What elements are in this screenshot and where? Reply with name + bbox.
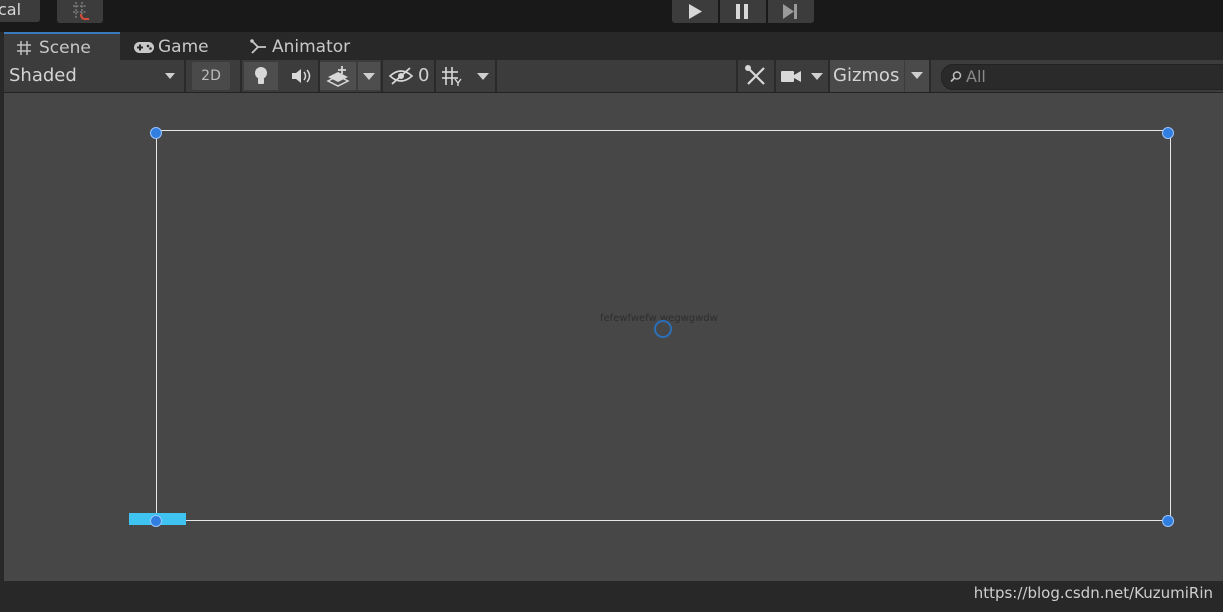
toolbar-divider [381, 60, 383, 92]
tab-animator[interactable]: Animator [248, 33, 368, 60]
lighting-toggle-button[interactable] [244, 62, 278, 90]
search-icon [950, 71, 962, 83]
main-toolbar: cal [0, 0, 1223, 32]
local-pivot-button[interactable]: cal [0, 0, 40, 22]
grid-toggle-button[interactable] [436, 62, 470, 90]
toolbar-divider [184, 60, 186, 92]
pause-button[interactable] [720, 0, 766, 23]
rect-handle-top-right[interactable] [1162, 127, 1174, 139]
chevron-down-icon [911, 72, 923, 79]
gizmos-button[interactable]: Gizmos [830, 60, 904, 92]
hidden-objects-count: 0 [418, 65, 430, 86]
rect-handle-bottom-left[interactable] [150, 515, 162, 527]
pause-icon [736, 4, 748, 19]
search-input[interactable] [966, 66, 1216, 86]
editor-tab-bar: Scene Game Animator [0, 32, 1223, 61]
play-icon [689, 4, 702, 19]
pivot-handle[interactable] [654, 320, 672, 338]
camera-dropdown[interactable] [806, 62, 828, 90]
tab-animator-label: Animator [272, 37, 351, 57]
step-icon [783, 4, 797, 19]
rect-handle-bottom-right[interactable] [1162, 515, 1174, 527]
grid-toggle-icon [442, 67, 462, 86]
chevron-down-icon [477, 73, 489, 80]
playmode-controls [672, 0, 814, 23]
tab-scene-label: Scene [39, 38, 91, 58]
step-button[interactable] [768, 0, 814, 23]
effects-stack-icon [326, 66, 350, 87]
effects-toggle-button[interactable] [320, 62, 356, 90]
chevron-down-icon [165, 73, 175, 79]
toolbar-divider [495, 60, 497, 92]
audio-toggle-button[interactable] [282, 62, 318, 90]
camera-icon [781, 71, 801, 82]
grid-snap-icon [73, 2, 89, 20]
chevron-down-icon [811, 73, 823, 80]
watermark-url: https://blog.csdn.net/KuzumiRin [973, 584, 1213, 602]
eye-hidden-icon [388, 67, 414, 85]
grid-icon [17, 41, 31, 55]
animator-icon [250, 39, 266, 54]
grid-snap-button[interactable] [57, 0, 103, 23]
tab-game-label: Game [158, 37, 209, 57]
gamepad-icon [134, 42, 154, 53]
tab-game[interactable]: Game [130, 33, 235, 60]
toggle-2d-button[interactable]: 2D [192, 62, 230, 90]
rect-handle-top-left[interactable] [150, 127, 162, 139]
draw-mode-dropdown[interactable]: Shaded [4, 60, 184, 92]
chevron-down-icon [363, 73, 375, 80]
effects-dropdown[interactable] [358, 62, 380, 90]
play-button[interactable] [672, 0, 718, 23]
toolbar-divider [929, 60, 931, 92]
toolbar-divider [240, 60, 242, 92]
lightbulb-icon [255, 67, 267, 84]
scene-search-box[interactable] [941, 64, 1223, 90]
tab-scene[interactable]: Scene [4, 32, 120, 61]
tools-button[interactable] [738, 62, 774, 90]
scene-view-toolbar: Shaded 2D 0 Gizmos All [4, 60, 1223, 93]
draw-mode-label: Shaded [9, 65, 77, 86]
gizmos-label: Gizmos [833, 65, 900, 86]
camera-settings-button[interactable] [776, 62, 806, 90]
tools-icon [745, 65, 765, 85]
gizmos-dropdown[interactable] [905, 60, 929, 92]
grid-dropdown[interactable] [472, 62, 494, 90]
speaker-icon [292, 69, 311, 83]
